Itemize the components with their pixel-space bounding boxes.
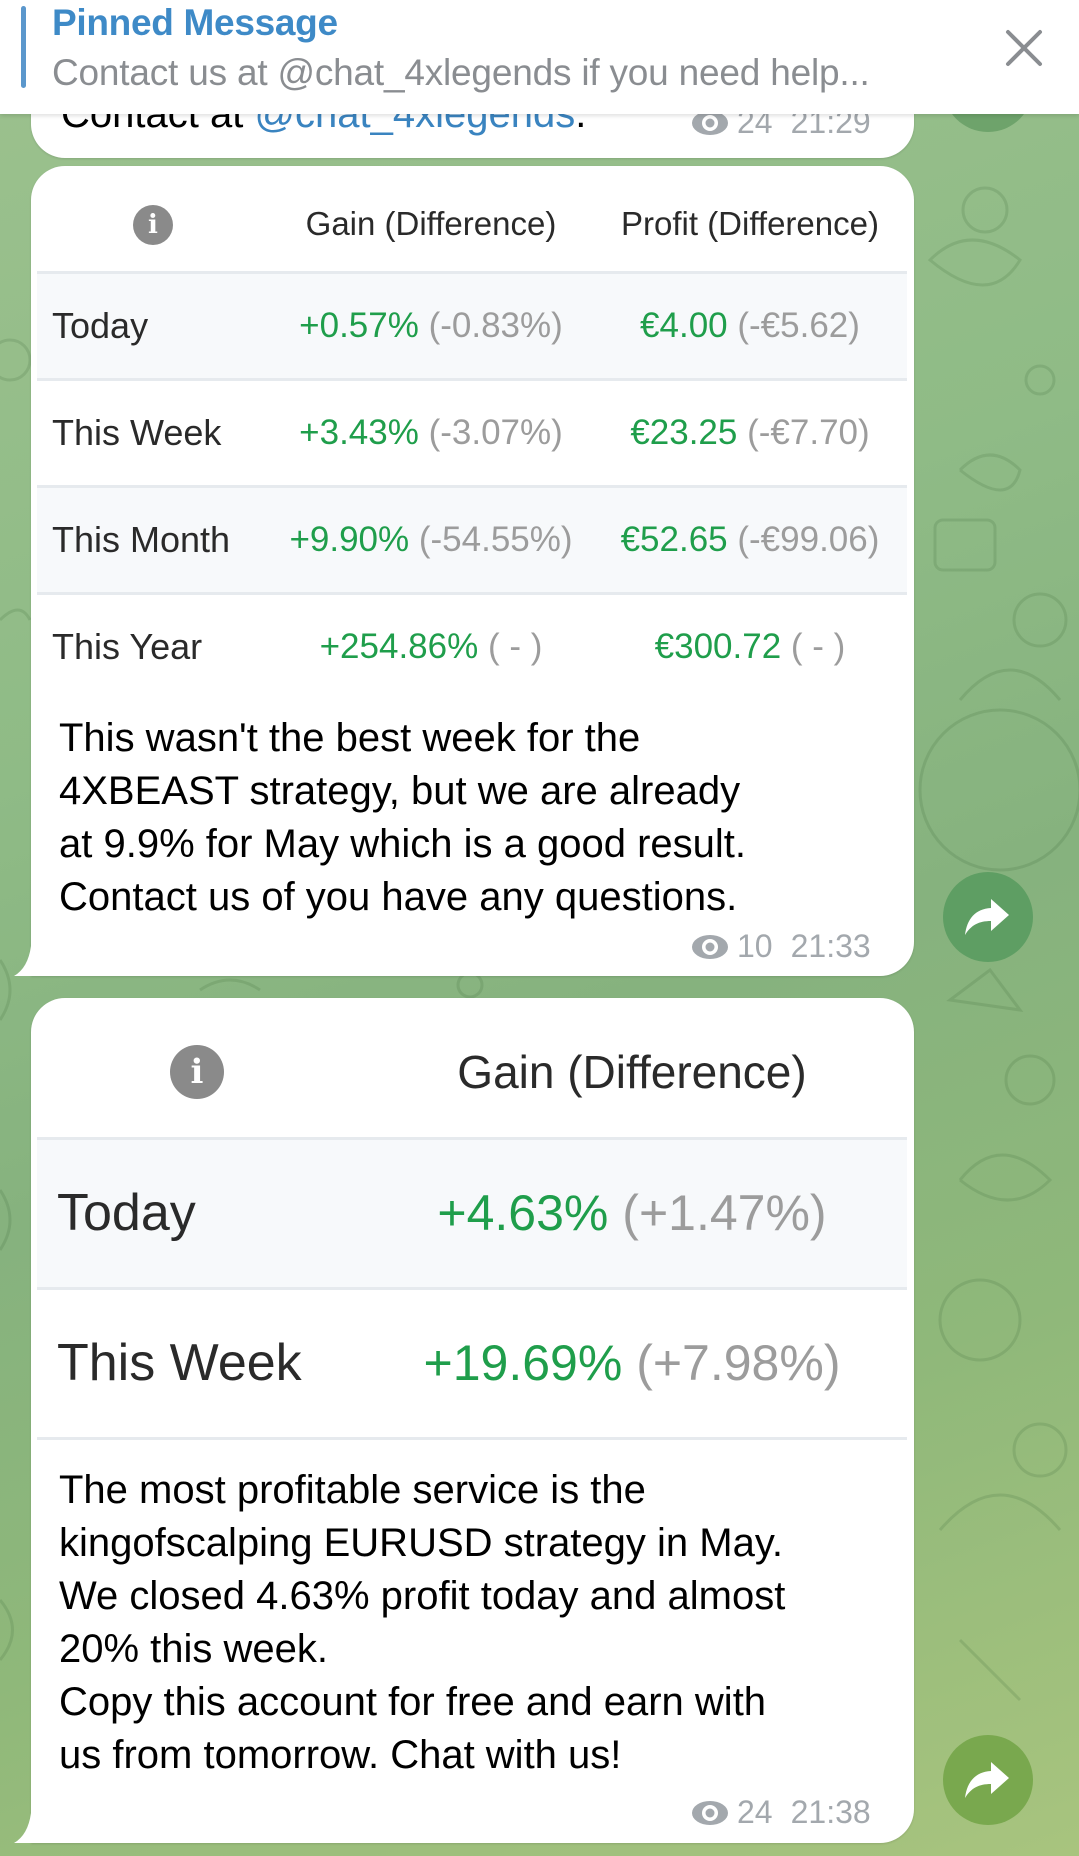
stats-table-image[interactable]: i Gain (Difference) Profit (Difference) … (37, 178, 907, 668)
close-pinned-button[interactable] (1000, 24, 1048, 72)
bubble-tail (14, 1813, 31, 1843)
share-button[interactable] (943, 872, 1033, 962)
message-time: 21:38 (790, 1794, 871, 1830)
gain-cell: +19.69% (+7.98%) (423, 1335, 841, 1391)
pinned-accent-bar (21, 6, 26, 88)
table-row: This Month +9.90% (-54.55%) €52.65 (-€99… (37, 486, 907, 593)
column-header-profit: Profit (Difference) (621, 205, 879, 243)
table-row: This Week +19.69% (+7.98%) (37, 1288, 907, 1438)
table-header-row: i Gain (Difference) (37, 1008, 907, 1138)
gain-cell: +3.43% (-3.07%) (299, 412, 563, 452)
message-meta: 10 21:33 (691, 928, 871, 965)
table-row: Today +0.57% (-0.83%) €4.00 (-€5.62) (37, 272, 907, 379)
views-icon (692, 1800, 728, 1825)
row-label: This Year (52, 626, 203, 668)
message-text: This wasn't the best week for the 4XBEAS… (59, 716, 746, 919)
table-header-row: i Gain (Difference) Profit (Difference) (37, 178, 907, 272)
views-icon (692, 934, 728, 959)
pinned-message-bar[interactable]: Pinned Message Contact us at @chat_4xleg… (0, 0, 1079, 114)
share-button[interactable] (943, 1735, 1033, 1825)
info-icon: i (170, 1045, 224, 1100)
table-row: This Week +3.43% (-3.07%) €23.25 (-€7.70… (37, 379, 907, 486)
profit-cell: €23.25 (-€7.70) (630, 412, 870, 452)
message-bubble[interactable]: i Gain (Difference) Profit (Difference) … (31, 166, 914, 976)
stats-table-image[interactable]: i Gain (Difference) Today +4.63% (+1.47%… (37, 1008, 907, 1448)
info-icon: i (133, 205, 173, 246)
share-arrow-icon (965, 1762, 1009, 1798)
bubble-tail (14, 946, 31, 976)
message-time: 21:33 (790, 928, 871, 964)
info-header: i (37, 1008, 357, 1138)
table-row: This Year +254.86% ( - ) €300.72 ( - ) (37, 593, 907, 668)
gain-cell: +254.86% ( - ) (319, 627, 543, 667)
pinned-title: Pinned Message (52, 2, 338, 43)
profit-cell: €300.72 ( - ) (654, 627, 846, 667)
table-row: Today +4.63% (+1.47%) (37, 1138, 907, 1288)
column-header-gain: Gain (Difference) (305, 205, 557, 243)
message-bubble[interactable]: i Gain (Difference) Today +4.63% (+1.47%… (31, 998, 914, 1843)
stats-table: i Gain (Difference) Profit (Difference) … (37, 178, 907, 668)
row-label: Today (52, 304, 149, 346)
views-count: 10 (737, 928, 773, 964)
column-header-gain: Gain (Difference) (457, 1046, 807, 1099)
profit-cell: €4.00 (-€5.62) (640, 305, 860, 345)
pinned-text: Contact us at @chat_4xlegends if you nee… (52, 52, 870, 93)
message-meta: 24 21:38 (691, 1794, 871, 1831)
row-label: This Week (52, 411, 222, 453)
gain-cell: +0.57% (-0.83%) (299, 305, 563, 345)
row-label: This Month (52, 518, 231, 560)
gain-cell: +4.63% (+1.47%) (437, 1185, 827, 1241)
profit-cell: €52.65 (-€99.06) (620, 519, 880, 559)
gain-cell: +9.90% (-54.55%) (289, 519, 573, 559)
share-arrow-icon (965, 899, 1009, 935)
row-label: Today (57, 1184, 196, 1242)
info-header: i (37, 178, 269, 272)
stats-table: i Gain (Difference) Today +4.63% (+1.47%… (37, 1008, 907, 1440)
views-count: 24 (737, 1794, 773, 1830)
message-text: The most profitable service is the kingo… (59, 1468, 786, 1777)
close-icon (1006, 30, 1042, 66)
row-label: This Week (57, 1334, 302, 1392)
